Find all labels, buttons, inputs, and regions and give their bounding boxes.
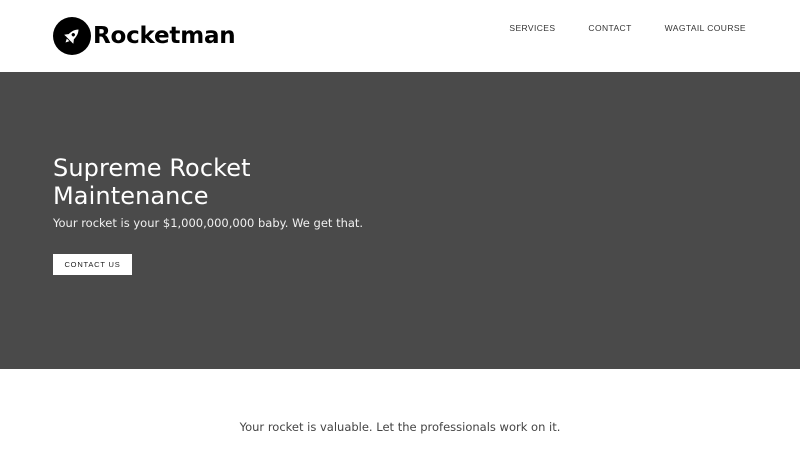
nav-item-wagtail-course[interactable]: WAGTAIL COURSE <box>665 22 746 34</box>
intro-tagline: Your rocket is valuable. Let the profess… <box>239 420 561 434</box>
nav-item-services[interactable]: SERVICES <box>509 22 555 34</box>
contact-us-button[interactable]: CONTACT US <box>53 254 132 275</box>
hero-subtitle: Your rocket is your $1,000,000,000 baby.… <box>53 216 364 230</box>
hero-banner: Supreme Rocket Maintenance Your rocket i… <box>0 72 800 369</box>
hero-title: Supreme Rocket Maintenance <box>53 154 251 210</box>
site-header: Rocketman SERVICES CONTACT WAGTAIL COURS… <box>0 0 800 72</box>
nav-item-contact[interactable]: CONTACT <box>588 22 631 34</box>
brand-home-link[interactable]: Rocketman <box>53 17 236 55</box>
rocket-icon <box>53 17 91 55</box>
main-nav: SERVICES CONTACT WAGTAIL COURSE <box>509 22 746 34</box>
brand-name: Rocketman <box>93 23 236 49</box>
